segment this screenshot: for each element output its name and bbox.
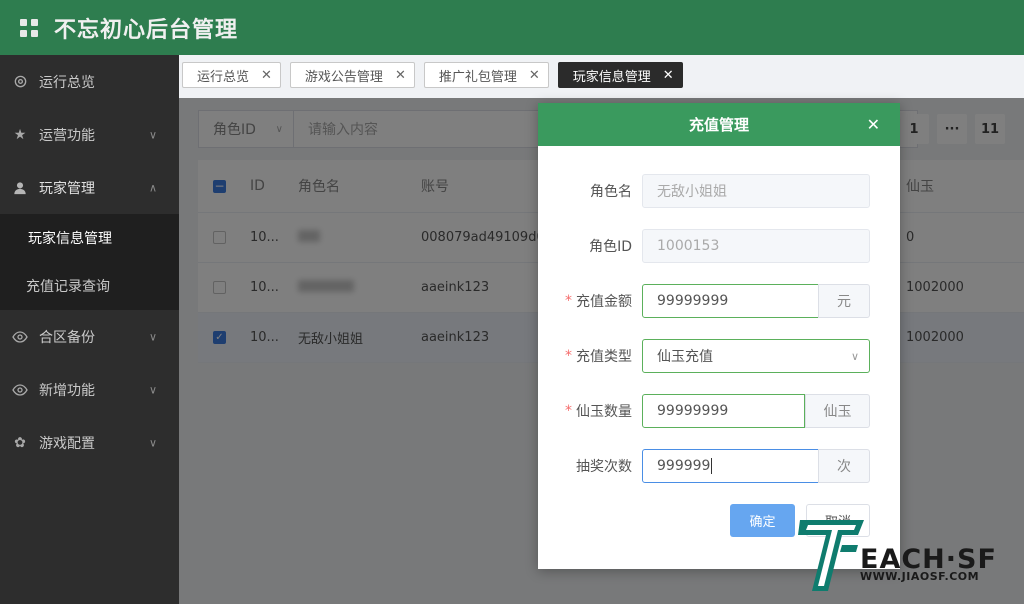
sidebar-item-label: 游戏配置: [39, 435, 95, 452]
settings-icon: ✿: [14, 434, 26, 451]
close-icon[interactable]: ✕: [867, 115, 880, 134]
sidebar-item-label: 运行总览: [39, 74, 95, 91]
sidebar-item-game-config[interactable]: ✿ 游戏配置 ∨: [0, 416, 179, 469]
close-icon[interactable]: ✕: [529, 68, 540, 83]
sidebar-item-merge-backup[interactable]: 合区备份 ∨: [0, 310, 179, 363]
jade-amount-input[interactable]: 99999999: [642, 394, 805, 428]
field-label: 抽奖次数: [576, 459, 632, 475]
role-id-field: 1000153: [642, 229, 870, 263]
user-icon: [12, 180, 28, 196]
close-icon[interactable]: ✕: [663, 68, 674, 83]
tab-bar: 运行总览 ✕ 游戏公告管理 ✕ 推广礼包管理 ✕ 玩家信息管理 ✕: [182, 62, 692, 90]
star-icon: ★: [13, 126, 27, 143]
draws-unit: 次: [818, 449, 870, 483]
chevron-down-icon: ∨: [148, 330, 157, 343]
form-row-type: * 充值类型 仙玉充值 ∨: [538, 339, 900, 373]
app-header: 不忘初心后台管理: [0, 0, 1024, 55]
grid-menu-icon[interactable]: [20, 18, 38, 37]
app-title: 不忘初心后台管理: [54, 17, 239, 43]
tab-label: 推广礼包管理: [438, 69, 517, 85]
eye-icon: [12, 329, 28, 345]
confirm-button[interactable]: 确定: [730, 504, 795, 537]
sidebar-subitem-player-info[interactable]: 玩家信息管理: [0, 214, 179, 262]
sidebar-item-label: 运营功能: [39, 127, 95, 144]
field-label: * 仙玉数量: [565, 403, 632, 420]
role-name-field: 无敌小姐姐: [642, 174, 870, 208]
recharge-dialog: 充值管理 ✕ 角色名 无敌小姐姐 角色ID 1000153 * 充值金额 9999…: [538, 103, 900, 569]
sidebar: 运行总览 ★ 运营功能 ∨ 玩家管理 ∧ 玩家信息管理 充值记录查询 合区备份 …: [0, 55, 179, 604]
sidebar-item-label: 新增功能: [39, 382, 95, 399]
sidebar-item-label: 玩家管理: [39, 180, 95, 197]
select-value: 仙玉充值: [657, 349, 713, 365]
tab-label: 游戏公告管理: [304, 69, 383, 85]
dialog-header: 充值管理 ✕: [538, 103, 900, 146]
sidebar-item-overview[interactable]: 运行总览: [0, 55, 179, 108]
watermark-logo: EACH·SF WWW.JIAOSF.COM: [798, 517, 998, 597]
chevron-down-icon: ∨: [850, 349, 859, 363]
dialog-title: 充值管理: [688, 116, 749, 134]
amount-input[interactable]: 99999999: [642, 284, 819, 318]
chevron-down-icon: ∨: [148, 383, 157, 396]
field-label: 角色名: [590, 184, 632, 200]
eye-icon: [12, 382, 28, 398]
form-row-jade: * 仙玉数量 99999999 仙玉: [538, 394, 900, 428]
sidebar-subitem-recharge-records[interactable]: 充值记录查询: [0, 262, 179, 310]
chevron-down-icon: ∨: [148, 128, 157, 141]
tab-game-notice[interactable]: 游戏公告管理 ✕: [289, 62, 415, 88]
sidebar-item-players[interactable]: 玩家管理 ∧: [0, 161, 179, 214]
field-label: 角色ID: [589, 239, 632, 255]
input-value: 999999: [657, 458, 711, 474]
form-row-draws: 抽奖次数 999999 次: [538, 449, 900, 483]
tab-label: 玩家信息管理: [572, 69, 651, 85]
players-submenu: 玩家信息管理 充值记录查询: [0, 214, 179, 310]
sidebar-item-new-features[interactable]: 新增功能 ∨: [0, 363, 179, 416]
tab-label: 运行总览: [197, 69, 250, 85]
form-row-amount: * 充值金额 99999999 元: [538, 284, 900, 318]
sidebar-item-operations[interactable]: ★ 运营功能 ∨: [0, 108, 179, 161]
tab-player-info[interactable]: 玩家信息管理 ✕: [557, 62, 683, 88]
chevron-down-icon: ∨: [148, 436, 157, 449]
amount-unit: 元: [818, 284, 870, 318]
close-icon[interactable]: ✕: [395, 68, 406, 83]
tab-promo-pack[interactable]: 推广礼包管理 ✕: [423, 62, 549, 88]
draw-count-input[interactable]: 999999: [642, 449, 819, 483]
gear-icon: [12, 74, 28, 90]
field-label: * 充值金额: [565, 293, 632, 310]
field-label: * 充值类型: [565, 348, 632, 365]
chevron-up-icon: ∧: [148, 181, 157, 194]
form-row-role-name: 角色名 无敌小姐姐: [538, 174, 900, 208]
teach-logo-mark: [798, 520, 864, 591]
close-icon[interactable]: ✕: [261, 68, 272, 83]
sidebar-item-label: 合区备份: [39, 329, 95, 346]
jade-unit: 仙玉: [805, 394, 870, 428]
recharge-type-select[interactable]: 仙玉充值 ∨: [642, 339, 870, 373]
tab-overview[interactable]: 运行总览 ✕: [182, 62, 281, 88]
watermark-url: WWW.JIAOSF.COM: [860, 570, 980, 583]
form-row-role-id: 角色ID 1000153: [538, 229, 900, 263]
